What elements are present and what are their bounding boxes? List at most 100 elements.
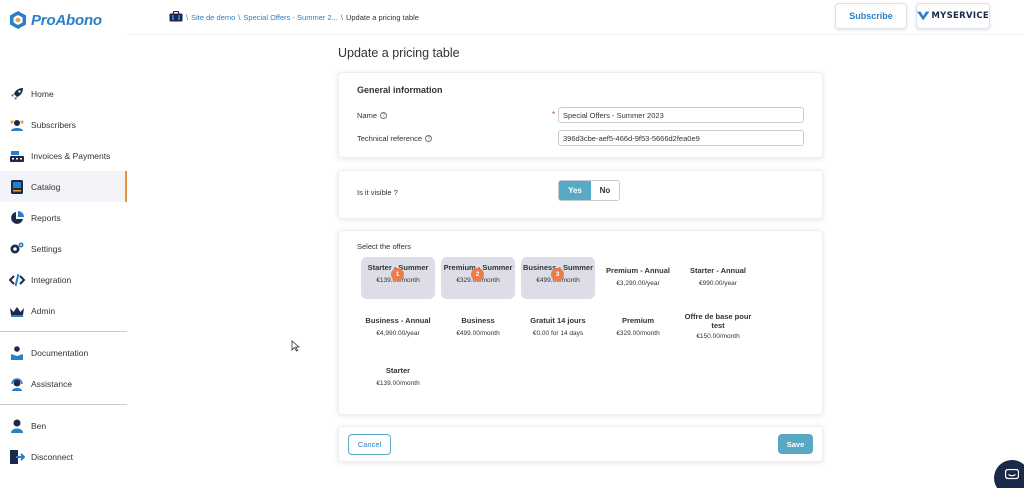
offer-tile[interactable]: Business - Annual €4,990.00/year bbox=[361, 316, 435, 337]
sidebar-item-settings[interactable]: Settings bbox=[0, 233, 127, 264]
sidebar-item-admin[interactable]: Admin bbox=[0, 295, 127, 326]
catalog-icon bbox=[9, 179, 25, 195]
offer-name: Premium bbox=[621, 316, 655, 325]
order-badge: 2 bbox=[471, 268, 484, 281]
sidebar-item-disconnect[interactable]: Disconnect bbox=[0, 441, 127, 472]
gear-icon bbox=[9, 241, 25, 257]
breadcrumb-current: Update a pricing table bbox=[345, 13, 419, 22]
visibility-toggle: Yes No bbox=[558, 180, 620, 201]
sidebar-item-catalog[interactable]: Catalog bbox=[0, 171, 127, 202]
order-badge: 3 bbox=[551, 268, 564, 281]
name-label: Name ? bbox=[357, 111, 388, 120]
offer-tile[interactable]: Premium - Summer €329.00/month 2 bbox=[441, 257, 515, 299]
breadcrumb-separator: \ bbox=[340, 13, 343, 22]
pie-chart-icon bbox=[9, 210, 25, 226]
mouse-cursor-icon bbox=[291, 340, 301, 354]
offer-tile[interactable]: Business - Summer €499.00/month 3 bbox=[521, 257, 595, 299]
actions-bar: Cancel Save bbox=[338, 426, 823, 462]
offer-price: €139.00/month bbox=[376, 380, 420, 387]
required-marker: * bbox=[552, 110, 556, 119]
cancel-button[interactable]: Cancel bbox=[348, 434, 391, 455]
service-name: MYSERVICE bbox=[931, 11, 989, 21]
sidebar-item-label: Disconnect bbox=[31, 451, 74, 462]
name-input[interactable]: Special Offers - Summer 2023 bbox=[558, 107, 804, 123]
offer-name: Business bbox=[461, 316, 495, 325]
sidebar-item-assistance[interactable]: Assistance bbox=[0, 368, 127, 399]
sidebar-item-integration[interactable]: Integration bbox=[0, 264, 127, 295]
cash-register-icon bbox=[9, 148, 25, 164]
sidebar: ProAbono Home Subscribers Invoices & Pay… bbox=[0, 0, 127, 488]
offer-name: Gratuit 14 jours bbox=[530, 316, 586, 325]
sidebar-item-label: Catalog bbox=[31, 181, 61, 192]
breadcrumb-site-link[interactable]: Site de demo bbox=[191, 13, 235, 22]
order-badge: 1 bbox=[391, 268, 404, 281]
technical-reference-input[interactable]: 396d3cbe-aef5-466d-9f53-5666d2fea0e9 bbox=[558, 130, 804, 146]
sidebar-item-documentation[interactable]: Documentation bbox=[0, 337, 127, 368]
sidebar-item-label: Assistance bbox=[31, 378, 73, 389]
logout-icon bbox=[9, 449, 25, 465]
visibility-no-button[interactable]: No bbox=[591, 181, 619, 200]
sidebar-item-user[interactable]: Ben bbox=[0, 410, 127, 441]
help-icon[interactable]: ? bbox=[380, 112, 388, 119]
offer-price: €990.00/year bbox=[699, 280, 737, 287]
section-title: General information bbox=[357, 85, 443, 95]
service-switcher[interactable]: MYSERVICE bbox=[916, 3, 990, 29]
page-title: Update a pricing table bbox=[338, 46, 460, 60]
sidebar-item-label: Home bbox=[31, 88, 54, 99]
offer-tile[interactable]: Starter - Annual €990.00/year bbox=[681, 266, 755, 287]
offer-tile[interactable]: Offre de base pour test €150.00/month bbox=[681, 312, 755, 340]
crown-icon bbox=[9, 303, 25, 319]
visibility-label: Is it visible ? bbox=[357, 188, 398, 197]
visibility-yes-button[interactable]: Yes bbox=[559, 181, 591, 200]
sidebar-item-label: Integration bbox=[31, 274, 72, 285]
offer-tile[interactable]: Gratuit 14 jours €0.00 for 14 days bbox=[521, 316, 595, 337]
sidebar-item-label: Reports bbox=[31, 212, 61, 223]
subscribe-button[interactable]: Subscribe bbox=[835, 3, 907, 29]
main-nav: Home Subscribers Invoices & Payments Cat… bbox=[0, 78, 127, 472]
briefcase-icon[interactable] bbox=[169, 11, 183, 24]
sidebar-item-subscribers[interactable]: Subscribers bbox=[0, 109, 127, 140]
technical-reference-label-text: Technical reference bbox=[357, 134, 423, 143]
offer-tile[interactable]: Premium €329.00/month bbox=[601, 316, 675, 337]
offer-name: Starter - Annual bbox=[690, 266, 746, 275]
offer-price: €0.00 for 14 days bbox=[532, 330, 584, 337]
offer-tile[interactable]: Starter - Summer €139.00/month 1 bbox=[361, 257, 435, 299]
offer-price: €4,990.00/year bbox=[376, 330, 420, 337]
sidebar-item-label: Settings bbox=[31, 243, 62, 254]
breadcrumb: \ Site de demo \ Special Offers - Summer… bbox=[169, 11, 419, 24]
chat-widget-button[interactable] bbox=[994, 460, 1024, 488]
sidebar-item-label: Admin bbox=[31, 305, 56, 316]
sidebar-item-invoices[interactable]: Invoices & Payments bbox=[0, 140, 127, 171]
offer-price: €329.00/month bbox=[616, 330, 660, 337]
breadcrumb-separator: \ bbox=[186, 13, 189, 22]
offer-price: €3,290.00/year bbox=[616, 280, 660, 287]
offer-tile[interactable]: Starter €139.00/month bbox=[361, 366, 435, 387]
subscribers-icon bbox=[9, 117, 25, 133]
code-icon bbox=[9, 272, 25, 288]
offer-name: Business - Annual bbox=[365, 316, 431, 325]
offers-label: Select the offers bbox=[357, 242, 412, 251]
offer-tile[interactable]: Premium - Annual €3,290.00/year bbox=[601, 266, 675, 287]
brand-name: ProAbono bbox=[31, 11, 102, 29]
proabono-logo-icon bbox=[10, 11, 26, 29]
name-label-text: Name bbox=[357, 111, 378, 120]
sidebar-item-label: Documentation bbox=[31, 347, 89, 358]
offer-name: Premium - Annual bbox=[606, 266, 670, 275]
sidebar-item-home[interactable]: Home bbox=[0, 78, 127, 109]
sidebar-item-label: Ben bbox=[31, 420, 47, 431]
offer-tile[interactable]: Business €499.00/month bbox=[441, 316, 515, 337]
reader-icon bbox=[9, 345, 25, 361]
general-information-card: General information Name ? * Special Off… bbox=[338, 72, 823, 158]
service-logo-icon bbox=[917, 11, 930, 21]
sidebar-item-label: Invoices & Payments bbox=[31, 150, 111, 161]
user-icon bbox=[9, 418, 25, 434]
breadcrumb-pricing-table-link[interactable]: Special Offers - Summer 2... bbox=[243, 13, 337, 22]
sidebar-item-reports[interactable]: Reports bbox=[0, 202, 127, 233]
help-icon[interactable]: ? bbox=[425, 135, 433, 142]
headset-icon bbox=[9, 376, 25, 392]
save-button[interactable]: Save bbox=[778, 434, 813, 454]
offer-name: Starter bbox=[385, 366, 411, 375]
rocket-icon bbox=[9, 86, 25, 102]
brand-logo[interactable]: ProAbono bbox=[9, 10, 102, 30]
chat-icon bbox=[1005, 469, 1019, 480]
